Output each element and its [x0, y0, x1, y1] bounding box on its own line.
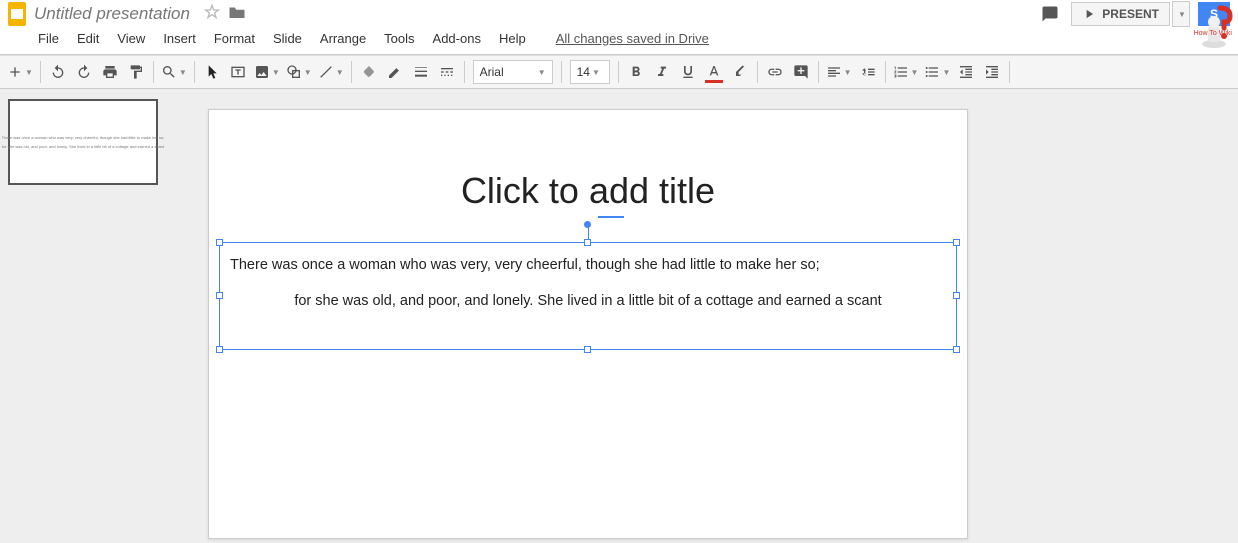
- bold-button[interactable]: [623, 59, 649, 85]
- menu-help[interactable]: Help: [499, 31, 526, 46]
- zoom-button[interactable]: ▼: [158, 59, 190, 85]
- undo-button[interactable]: [45, 59, 71, 85]
- present-label: PRESENT: [1102, 7, 1159, 21]
- insert-comment-button[interactable]: [788, 59, 814, 85]
- resize-handle-bc[interactable]: [584, 346, 591, 353]
- body-text-line-2[interactable]: for she was old, and poor, and lonely. S…: [230, 293, 946, 309]
- textbox-button[interactable]: [225, 59, 251, 85]
- underline-button[interactable]: [675, 59, 701, 85]
- folder-icon[interactable]: [228, 4, 246, 25]
- present-button[interactable]: PRESENT: [1071, 2, 1170, 26]
- star-icon[interactable]: [204, 4, 220, 25]
- resize-handle-bl[interactable]: [216, 346, 223, 353]
- line-spacing-button[interactable]: [855, 59, 881, 85]
- body-text-box[interactable]: There was once a woman who was very, ver…: [219, 242, 957, 350]
- save-status[interactable]: All changes saved in Drive: [556, 31, 709, 46]
- bulleted-list-button[interactable]: ▼: [921, 59, 953, 85]
- decrease-indent-button[interactable]: [953, 59, 979, 85]
- menu-view[interactable]: View: [117, 31, 145, 46]
- toolbar: ▼ ▼ ▼ ▼ ▼ Arial▼ 14▼ ▼ ▼ ▼: [0, 55, 1238, 89]
- resize-handle-br[interactable]: [953, 346, 960, 353]
- mascot-overlay-icon: [1190, 0, 1238, 52]
- title-placeholder[interactable]: Click to add title: [229, 170, 947, 212]
- border-weight-button[interactable]: [408, 59, 434, 85]
- redo-button[interactable]: [71, 59, 97, 85]
- slide[interactable]: Click to add title There was once a woma…: [208, 109, 968, 539]
- increase-indent-button[interactable]: [979, 59, 1005, 85]
- resize-handle-tr[interactable]: [953, 239, 960, 246]
- slides-app-icon[interactable]: [8, 2, 26, 26]
- comments-button[interactable]: [1037, 1, 1063, 27]
- print-button[interactable]: [97, 59, 123, 85]
- numbered-list-button[interactable]: ▼: [890, 59, 922, 85]
- slide-thumbnail-1[interactable]: There was once a woman who was very, ver…: [8, 99, 158, 185]
- italic-button[interactable]: [649, 59, 675, 85]
- watermark-text: How To Wiki: [1194, 30, 1232, 37]
- body-text-line-1[interactable]: There was once a woman who was very, ver…: [230, 257, 946, 273]
- border-color-button[interactable]: [382, 59, 408, 85]
- slide-thumbnail-panel: There was once a woman who was very, ver…: [0, 89, 168, 543]
- menu-insert[interactable]: Insert: [163, 31, 196, 46]
- new-slide-button[interactable]: ▼: [4, 59, 36, 85]
- line-button[interactable]: ▼: [315, 59, 347, 85]
- highlight-color-button[interactable]: [727, 59, 753, 85]
- insert-link-button[interactable]: [762, 59, 788, 85]
- resize-handle-ml[interactable]: [216, 292, 223, 299]
- image-button[interactable]: ▼: [251, 59, 283, 85]
- menu-arrange[interactable]: Arrange: [320, 31, 366, 46]
- border-dash-button[interactable]: [434, 59, 460, 85]
- paint-format-button[interactable]: [123, 59, 149, 85]
- font-size-select[interactable]: 14▼: [570, 60, 610, 84]
- menu-format[interactable]: Format: [214, 31, 255, 46]
- present-dropdown[interactable]: ▼: [1172, 1, 1190, 27]
- resize-handle-tc[interactable]: [584, 239, 591, 246]
- menu-file[interactable]: File: [38, 31, 59, 46]
- shape-button[interactable]: ▼: [283, 59, 315, 85]
- rotate-handle[interactable]: [584, 221, 591, 228]
- font-family-select[interactable]: Arial▼: [473, 60, 553, 84]
- resize-handle-tl[interactable]: [216, 239, 223, 246]
- menu-tools[interactable]: Tools: [384, 31, 414, 46]
- fill-color-button[interactable]: [356, 59, 382, 85]
- menu-addons[interactable]: Add-ons: [433, 31, 481, 46]
- menu-slide[interactable]: Slide: [273, 31, 302, 46]
- align-button[interactable]: ▼: [823, 59, 855, 85]
- menu-edit[interactable]: Edit: [77, 31, 99, 46]
- document-title[interactable]: Untitled presentation: [34, 4, 190, 24]
- slide-canvas-area[interactable]: Click to add title There was once a woma…: [168, 89, 1238, 543]
- select-tool-button[interactable]: [199, 59, 225, 85]
- resize-handle-mr[interactable]: [953, 292, 960, 299]
- text-color-button[interactable]: [701, 59, 727, 85]
